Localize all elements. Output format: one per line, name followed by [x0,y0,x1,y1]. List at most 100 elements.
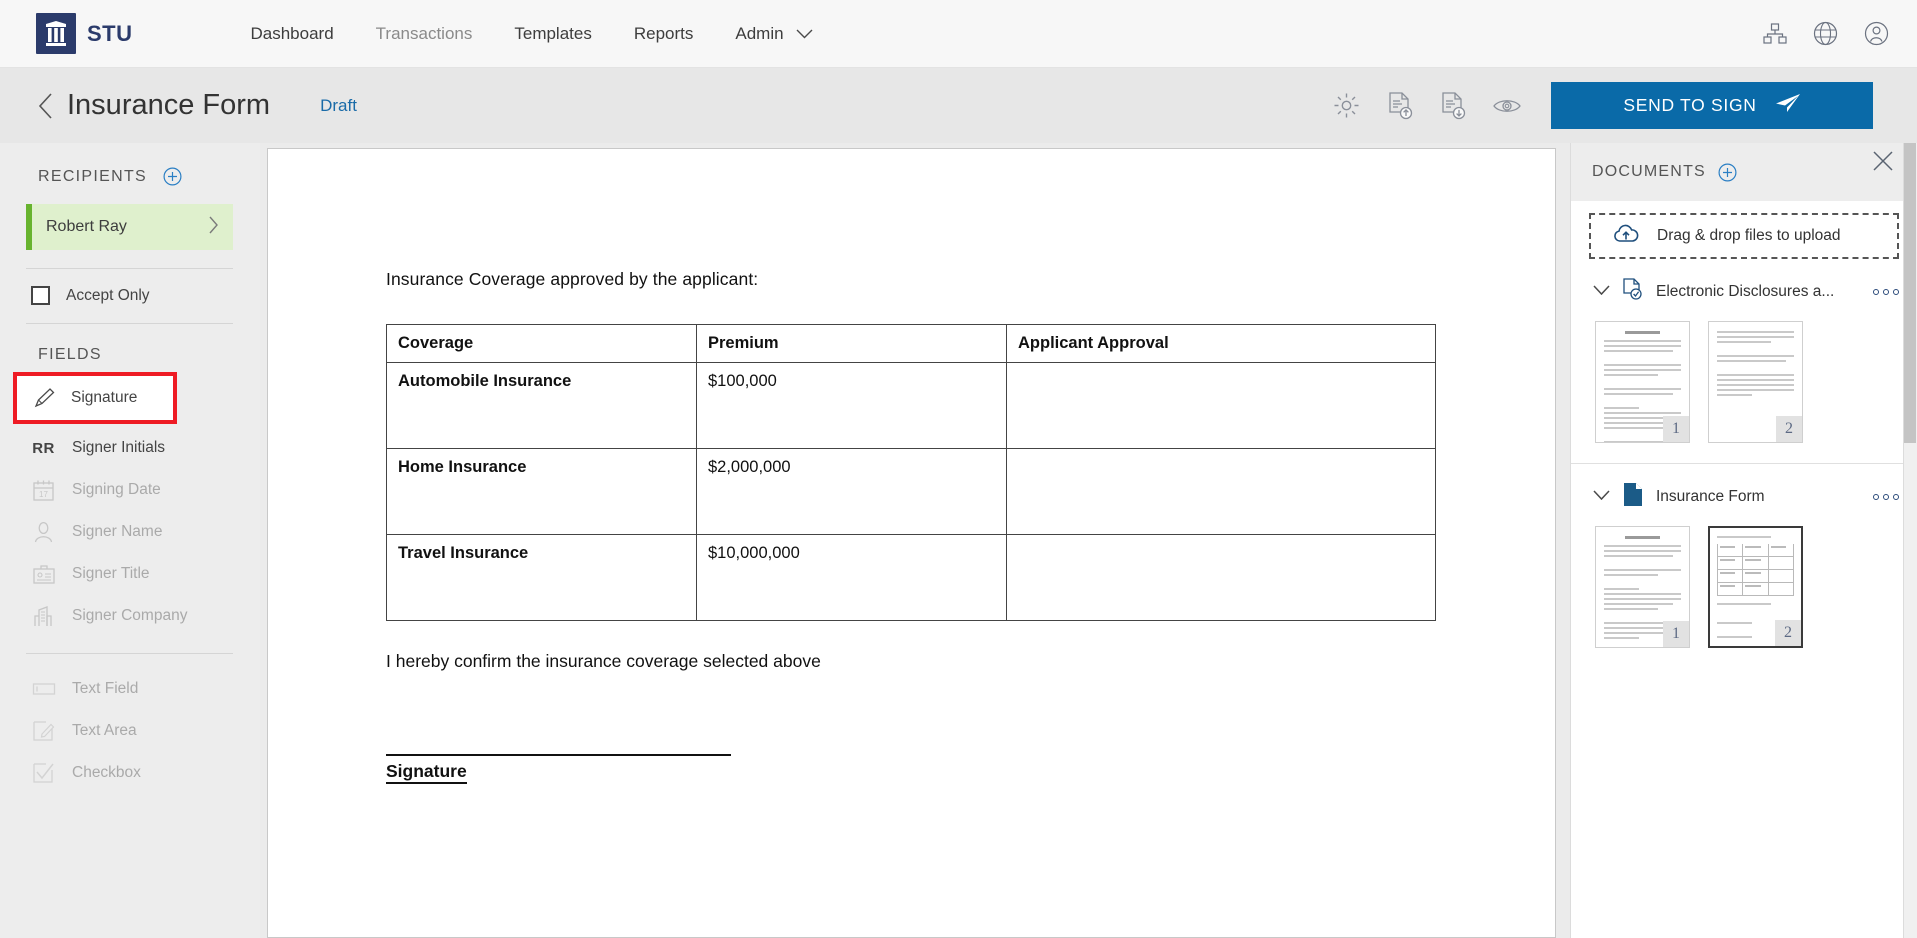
cell-premium-1: $2,000,000 [696,448,1007,535]
nav-link-transactions[interactable]: Transactions [376,24,473,44]
pen-icon [32,387,57,409]
document-group-header[interactable]: Insurance Form [1571,482,1917,512]
brand-logo[interactable]: STU [36,13,133,54]
documents-panel-title: DOCUMENTS [1592,163,1706,180]
sidebar-divider-3 [26,653,233,654]
nav-link-reports[interactable]: Reports [634,24,694,44]
cell-approval-0[interactable] [1006,362,1436,449]
nav-link-admin[interactable]: Admin [735,23,813,44]
documents-panel-header: DOCUMENTS [1571,143,1917,201]
accept-only-checkbox[interactable]: Accept Only [31,286,260,305]
chevron-down-icon[interactable] [1593,488,1610,506]
send-to-sign-button[interactable]: SEND TO SIGN [1551,82,1873,129]
page-thumbnail[interactable]: 2 [1708,321,1803,443]
field-item-signature[interactable]: Signature [13,372,177,424]
send-to-sign-label: SEND TO SIGN [1623,95,1757,115]
checkbox-check-icon [31,762,56,784]
cell-coverage-0: Automobile Insurance [386,362,697,449]
panel-scrollbar[interactable] [1903,143,1917,938]
cell-premium-0: $100,000 [696,362,1007,449]
text-area-icon [31,720,56,742]
checkbox-icon [31,286,50,305]
nav-link-templates[interactable]: Templates [514,24,591,44]
text-field-icon [31,681,56,697]
page-thumbnail-selected[interactable]: 2 [1708,526,1803,648]
signature-block: Signature [386,754,1555,784]
scrollbar-thumb[interactable] [1904,143,1916,443]
documents-panel: DOCUMENTS Drag & drop files to upload El… [1570,143,1917,938]
pillar-icon [36,13,76,54]
three-dots-icon[interactable] [1873,494,1899,500]
nav-icon-group [1763,21,1889,46]
field-label-signer-initials: Signer Initials [72,439,166,456]
document-viewer[interactable]: Insurance Coverage approved by the appli… [260,143,1570,938]
field-label-signer-company: Signer Company [72,607,188,624]
chevron-down-icon[interactable] [1593,283,1610,301]
eye-preview-icon[interactable] [1493,96,1521,116]
person-icon [31,521,56,544]
document-upload-icon[interactable] [1387,91,1413,120]
initials-icon: RR [32,439,55,457]
page-thumbnail[interactable]: 1 [1595,321,1690,443]
signature-rule [386,754,731,756]
building-icon [31,605,56,628]
recipients-section-header: RECIPIENTS [38,167,260,186]
page-thumbnail-list: 1 2 [1571,307,1917,443]
page-number: 2 [1776,416,1802,442]
field-label-text-field: Text Field [72,680,139,697]
paper-plane-icon [1775,92,1801,119]
table-row: Travel Insurance $10,000,000 [386,534,1436,621]
field-item-text-area[interactable]: Text Area [0,710,260,752]
recipient-item-robert-ray[interactable]: Robert Ray [26,204,233,250]
field-item-checkbox[interactable]: Checkbox [0,752,260,794]
add-recipient-icon[interactable] [163,167,182,186]
document-download-icon[interactable] [1440,91,1466,120]
document-group-name: Insurance Form [1656,488,1765,505]
column-header-premium: Premium [696,324,1007,363]
nav-link-admin-label: Admin [735,23,784,43]
add-document-icon[interactable] [1718,163,1737,182]
dot [1883,494,1889,500]
close-icon[interactable] [1871,149,1895,178]
cell-premium-2: $10,000,000 [696,534,1007,621]
document-group-insurance-form: Insurance Form 1 2 [1571,482,1917,648]
three-dots-icon[interactable] [1873,289,1899,295]
cell-coverage-1: Home Insurance [386,448,697,535]
field-item-signer-company[interactable]: Signer Company [0,595,260,637]
dot [1893,289,1899,295]
field-label-signer-title: Signer Title [72,565,150,582]
chevron-left-icon[interactable] [38,92,53,119]
sidebar-divider-2 [26,323,233,324]
documents-group-separator [1571,463,1917,464]
nav-link-dashboard[interactable]: Dashboard [251,24,334,44]
table-row: Home Insurance $2,000,000 [386,448,1436,535]
gear-icon[interactable] [1333,92,1360,119]
field-item-signer-initials[interactable]: RR Signer Initials [0,427,260,469]
page-title: Insurance Form [67,89,271,121]
field-item-signing-date[interactable]: 17 Signing Date [0,469,260,511]
recipients-label: RECIPIENTS [38,167,148,185]
globe-icon[interactable] [1813,21,1838,46]
sitemap-icon[interactable] [1763,22,1787,45]
document-check-icon [1622,278,1644,306]
field-item-signer-title[interactable]: Signer Title [0,553,260,595]
field-label-signature: Signature [71,389,138,406]
cell-approval-1[interactable] [1006,448,1436,535]
page-thumbnail-list: 1 2 [1571,512,1917,648]
id-badge-icon [31,563,56,586]
file-dropzone[interactable]: Drag & drop files to upload [1589,213,1899,259]
brand-name: STU [87,20,133,46]
field-item-text-field[interactable]: Text Field [0,668,260,710]
document-group-name: Electronic Disclosures a... [1656,283,1835,300]
accept-only-label: Accept Only [66,286,150,304]
document-group-header[interactable]: Electronic Disclosures a... [1571,277,1917,307]
page-number: 2 [1775,620,1801,646]
user-account-icon[interactable] [1864,21,1889,46]
field-item-signer-name[interactable]: Signer Name [0,511,260,553]
field-label-checkbox: Checkbox [72,764,141,781]
document-group-electronic-disclosures: Electronic Disclosures a... 1 2 [1571,277,1917,443]
cell-approval-2[interactable] [1006,534,1436,621]
page-thumbnail[interactable]: 1 [1595,526,1690,648]
top-navigation-bar: STU Dashboard Transactions Templates Rep… [0,0,1917,68]
document-lead-text: Insurance Coverage approved by the appli… [386,269,759,289]
